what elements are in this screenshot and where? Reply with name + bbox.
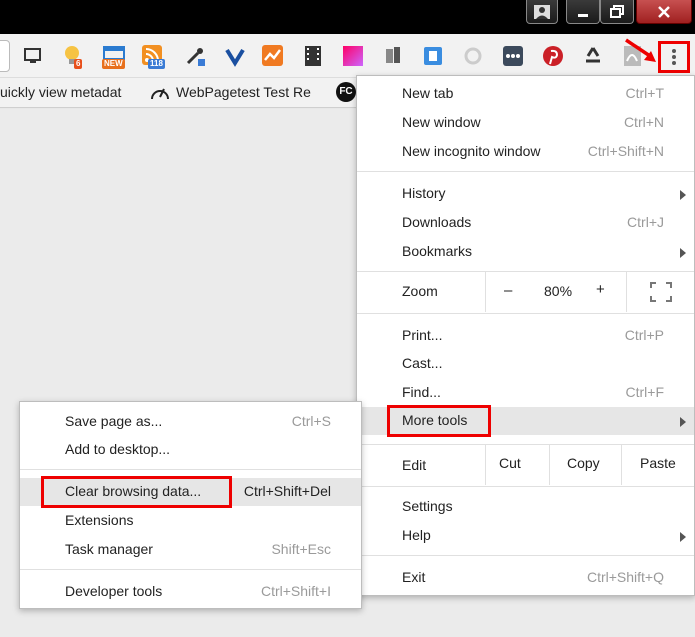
user-icon: [534, 5, 550, 19]
restore-button[interactable]: [600, 0, 634, 24]
restore-icon: [610, 5, 624, 18]
menu-item-history[interactable]: History: [357, 180, 694, 208]
submenu-arrow-icon: [680, 417, 686, 427]
close-button[interactable]: [636, 0, 692, 24]
document-extension-icon[interactable]: [422, 45, 444, 67]
bookmark-metadata[interactable]: uickly view metadat: [0, 84, 121, 100]
menu-divider: [20, 469, 361, 470]
submenu-item-save-page[interactable]: Save page as... Ctrl+S: [20, 408, 361, 436]
cast-screen-icon[interactable]: [22, 45, 44, 67]
menu-item-downloads[interactable]: Downloads Ctrl+J: [357, 209, 694, 237]
extension-badge: NEW: [102, 59, 125, 69]
pointer-arrow-icon: [625, 38, 656, 62]
menu-divider: [357, 313, 694, 314]
fullscreen-button[interactable]: [626, 272, 694, 312]
paste-button[interactable]: Paste: [621, 445, 694, 485]
highlight-box: [387, 405, 491, 437]
zoom-label: Zoom: [402, 283, 438, 299]
menu-divider: [357, 171, 694, 172]
zoom-row: Zoom – 80% +: [357, 272, 694, 312]
refresh-circle-icon[interactable]: [462, 45, 484, 67]
zoom-in-button[interactable]: +: [596, 281, 605, 298]
gradient-color-icon[interactable]: [342, 45, 364, 67]
recycle-icon[interactable]: [582, 45, 604, 67]
zoom-out-button[interactable]: –: [504, 282, 512, 299]
omnibox[interactable]: [0, 40, 10, 72]
menu-divider: [20, 569, 361, 570]
pinterest-icon[interactable]: [542, 45, 564, 67]
fullscreen-icon: [650, 282, 672, 302]
cut-button[interactable]: Cut: [485, 445, 549, 485]
new-tab-extension[interactable]: NEW: [102, 45, 128, 69]
menu-item-bookmarks[interactable]: Bookmarks: [357, 238, 694, 266]
minimize-button[interactable]: [566, 0, 600, 24]
submenu-arrow-icon: [680, 190, 686, 200]
menu-divider: [357, 555, 694, 556]
chrome-menu: New tab Ctrl+T New window Ctrl+N New inc…: [356, 75, 695, 596]
submenu-item-add-desktop[interactable]: Add to desktop...: [20, 436, 361, 464]
menu-dot: [672, 61, 676, 65]
edit-label: Edit: [402, 457, 427, 473]
analytics-icon[interactable]: [262, 45, 284, 67]
title-bar: [0, 0, 695, 34]
submenu-arrow-icon: [680, 532, 686, 542]
rss-extension[interactable]: 118: [142, 45, 170, 69]
menu-item-new-window[interactable]: New window Ctrl+N: [357, 109, 694, 137]
submenu-item-task-manager[interactable]: Task manager Shift+Esc: [20, 536, 361, 564]
menu-item-incognito[interactable]: New incognito window Ctrl+Shift+N: [357, 138, 694, 166]
menu-item-help[interactable]: Help: [357, 522, 694, 550]
menu-item-find[interactable]: Find... Ctrl+F: [357, 379, 694, 407]
submenu-item-developer-tools[interactable]: Developer tools Ctrl+Shift+I: [20, 578, 361, 606]
pages-icon[interactable]: [382, 45, 404, 67]
menu-divider: [357, 486, 694, 487]
lightbulb-extension[interactable]: 6: [62, 45, 84, 69]
menu-item-exit[interactable]: Exit Ctrl+Shift+Q: [357, 564, 694, 592]
menu-dot: [672, 49, 676, 53]
chrome-menu-button[interactable]: [658, 41, 690, 73]
edit-row: Edit Cut Copy Paste: [357, 445, 694, 485]
more-tools-submenu: Save page as... Ctrl+S Add to desktop...…: [19, 401, 362, 609]
menu-item-settings[interactable]: Settings: [357, 493, 694, 521]
extension-badge: 6: [74, 59, 83, 69]
menu-item-print[interactable]: Print... Ctrl+P: [357, 322, 694, 350]
zoom-controls: – 80% +: [485, 272, 626, 312]
vimeo-style-icon[interactable]: [224, 45, 246, 67]
zoom-value: 80%: [544, 283, 573, 299]
minimize-icon: [578, 14, 588, 17]
user-profile-button[interactable]: [526, 0, 558, 24]
bookmark-webpagetest[interactable]: WebPagetest Test Re: [176, 84, 311, 100]
menu-item-new-tab[interactable]: New tab Ctrl+T: [357, 80, 694, 108]
submenu-item-extensions[interactable]: Extensions: [20, 507, 361, 535]
submenu-arrow-icon: [680, 248, 686, 258]
menu-dot: [672, 55, 676, 59]
speedometer-icon: [151, 88, 169, 100]
highlight-box: [41, 476, 232, 508]
extension-badge: 118: [148, 59, 165, 69]
eyedropper-icon[interactable]: [184, 45, 206, 67]
browser-toolbar: 6 NEW 118: [0, 34, 695, 78]
chat-icon[interactable]: [502, 45, 524, 67]
film-strip-icon[interactable]: [302, 45, 324, 67]
fc-bookmark-icon[interactable]: FC: [336, 82, 356, 102]
close-icon: [658, 6, 670, 18]
copy-button[interactable]: Copy: [549, 445, 621, 485]
menu-item-cast[interactable]: Cast...: [357, 350, 694, 378]
